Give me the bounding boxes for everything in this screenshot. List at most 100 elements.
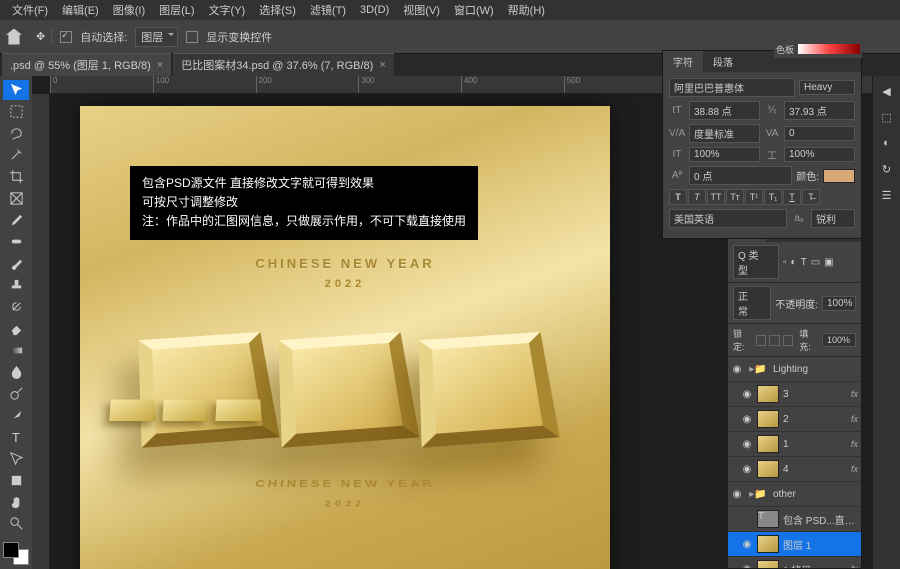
font-size-input[interactable]: 38.88 点 [689, 101, 760, 120]
baseline-input[interactable]: 0 点 [689, 166, 792, 185]
cc-libraries-icon[interactable]: ⬚ [878, 108, 896, 126]
move-tool-icon[interactable]: ✥ [30, 28, 52, 45]
font-weight-dropdown[interactable]: Heavy [799, 80, 855, 95]
blend-mode-dropdown[interactable]: 正常 [733, 286, 771, 320]
bold-button[interactable]: T [669, 189, 687, 205]
home-icon[interactable] [6, 29, 22, 45]
layer-row[interactable]: ◉4fx [728, 457, 861, 482]
superscript-button[interactable]: T¹ [745, 189, 763, 205]
smallcaps-button[interactable]: Tᴛ [726, 189, 744, 205]
brush-tool[interactable] [3, 254, 29, 274]
layer-kind-dropdown[interactable]: Q 类型 [733, 245, 779, 279]
paragraph-tab[interactable]: 段落 [703, 51, 743, 72]
fill-input[interactable]: 100% [822, 333, 856, 347]
blur-tool[interactable] [3, 362, 29, 382]
lock-position[interactable] [769, 335, 780, 346]
frame-tool[interactable] [3, 189, 29, 209]
pen-tool[interactable] [3, 406, 29, 426]
layer-row[interactable]: ◉图层 1 [728, 532, 861, 557]
zoom-tool[interactable] [3, 514, 29, 534]
underline-button[interactable]: T [783, 189, 801, 205]
eyedropper-tool[interactable] [3, 210, 29, 230]
color-tab[interactable]: 色板 [776, 43, 794, 56]
menu-type[interactable]: 文字(Y) [203, 0, 252, 20]
stamp-tool[interactable] [3, 275, 29, 295]
gradient-tool[interactable] [3, 340, 29, 360]
visibility-toggle[interactable]: ◉ [741, 389, 753, 400]
layer-row[interactable]: ◉3fx [728, 382, 861, 407]
menu-3d[interactable]: 3D(D) [354, 2, 395, 18]
visibility-toggle[interactable]: ◉ [741, 539, 753, 550]
subscript-button[interactable]: T₁ [764, 189, 782, 205]
visibility-toggle[interactable]: ◉ [741, 439, 753, 450]
visibility-toggle[interactable]: ◉ [741, 464, 753, 475]
filter-smart-icon[interactable]: ▣ [824, 257, 833, 268]
hscale-input[interactable]: 100% [784, 147, 855, 162]
kerning-input[interactable]: 度量标准 [689, 124, 760, 143]
filter-type-icon[interactable]: T [801, 257, 807, 268]
layer-row[interactable]: ◉▸📁Lighting [728, 357, 861, 382]
visibility-toggle[interactable]: ◉ [731, 489, 743, 500]
filter-image-icon[interactable]: ▫ [783, 257, 787, 268]
wand-tool[interactable] [3, 145, 29, 165]
menu-layer[interactable]: 图层(L) [153, 0, 200, 20]
shape-tool[interactable] [3, 471, 29, 491]
type-tool[interactable]: T [3, 427, 29, 447]
color-swatches[interactable] [3, 542, 29, 565]
close-icon[interactable]: × [379, 59, 385, 71]
color-ramp[interactable] [798, 44, 860, 54]
strikethrough-button[interactable]: T̶ [802, 189, 820, 205]
marquee-tool[interactable] [3, 102, 29, 122]
adjustments-icon[interactable]: ◐ [878, 134, 896, 152]
layer-row[interactable]: T包含 PSD...直接使用 [728, 507, 861, 532]
menu-filter[interactable]: 滤镜(T) [304, 0, 352, 20]
foreground-color[interactable] [3, 542, 19, 558]
history-brush-tool[interactable] [3, 297, 29, 317]
crop-tool[interactable] [3, 167, 29, 187]
expand-icon[interactable]: ◀ [878, 82, 896, 100]
layer-row[interactable]: ◉1 拷贝fx [728, 557, 861, 568]
text-color-swatch[interactable] [823, 169, 855, 183]
lasso-tool[interactable] [3, 123, 29, 143]
menu-window[interactable]: 窗口(W) [448, 0, 500, 20]
italic-button[interactable]: T [688, 189, 706, 205]
path-tool[interactable] [3, 449, 29, 469]
move-tool[interactable] [3, 80, 29, 100]
leading-input[interactable]: 37.93 点 [784, 101, 855, 120]
menu-file[interactable]: 文件(F) [6, 0, 54, 20]
visibility-toggle[interactable]: ◉ [741, 414, 753, 425]
menu-view[interactable]: 视图(V) [397, 0, 446, 20]
close-icon[interactable]: × [157, 59, 163, 71]
document-tab-2[interactable]: 巴比图案材34.psd @ 37.6% (7, RGB/8) × [173, 53, 394, 76]
allcaps-button[interactable]: TT [707, 189, 725, 205]
document-tab-1[interactable]: .psd @ 55% (图层 1, RGB/8) × [2, 53, 171, 76]
layer-row[interactable]: ◉▸📁other [728, 482, 861, 507]
auto-select-checkbox[interactable] [60, 31, 72, 43]
visibility-toggle[interactable]: ◉ [741, 564, 753, 569]
tracking-input[interactable]: 0 [784, 126, 855, 141]
visibility-toggle[interactable]: ◉ [731, 364, 743, 375]
antialias-dropdown[interactable]: 锐利 [811, 209, 855, 228]
menu-image[interactable]: 图像(I) [107, 0, 151, 20]
heal-tool[interactable] [3, 232, 29, 252]
menu-edit[interactable]: 编辑(E) [56, 0, 105, 20]
character-tab[interactable]: 字符 [663, 51, 703, 72]
lock-pixels[interactable] [756, 335, 767, 346]
opacity-input[interactable]: 100% [822, 296, 856, 311]
language-dropdown[interactable]: 美国英语 [669, 209, 787, 228]
menu-help[interactable]: 帮助(H) [502, 0, 551, 20]
eraser-tool[interactable] [3, 319, 29, 339]
font-family-dropdown[interactable]: 阿里巴巴普惠体 [669, 78, 795, 97]
document-canvas[interactable]: 包含PSD源文件 直接修改文字就可得到效果 可按尺寸调整修改 注：作品中的汇图网… [80, 106, 610, 569]
auto-select-dropdown[interactable]: 图层 [135, 27, 178, 47]
history-icon[interactable]: ↻ [878, 160, 896, 178]
vscale-input[interactable]: 100% [689, 147, 760, 162]
hand-tool[interactable] [3, 492, 29, 512]
properties-icon[interactable]: ☰ [878, 186, 896, 204]
filter-adjust-icon[interactable]: ◐ [791, 257, 797, 268]
layer-row[interactable]: ◉1fx [728, 432, 861, 457]
dodge-tool[interactable] [3, 384, 29, 404]
lock-all[interactable] [783, 335, 794, 346]
menu-select[interactable]: 选择(S) [253, 0, 302, 20]
filter-shape-icon[interactable]: ▭ [811, 257, 820, 268]
